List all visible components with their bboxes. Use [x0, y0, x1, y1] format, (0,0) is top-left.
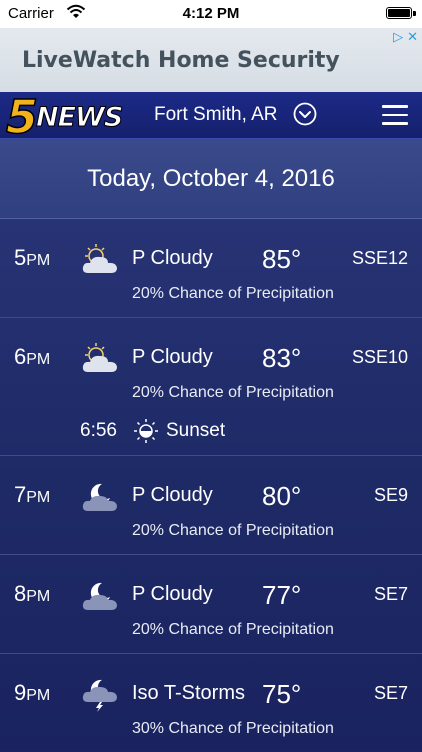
wind: SE7 [373, 584, 408, 604]
thunderstorm-night-icon [82, 679, 117, 712]
logo-number: 5 [5, 89, 39, 145]
temperature: 80° [262, 481, 302, 511]
battery-tip [413, 11, 416, 16]
clock: 4:12 PM [182, 5, 240, 22]
forecast-row[interactable]: 5PM P Cloudy 85° SSE12 20% Chance of Pre… [0, 219, 422, 318]
temperature: 85° [262, 244, 302, 274]
hour-label: 7PM [14, 482, 51, 507]
precipitation: 20% Chance of Precipitation [132, 285, 334, 302]
ad-choices-icon[interactable]: ▷ [393, 30, 403, 44]
temperature: 83° [262, 343, 302, 373]
temperature: 77° [262, 580, 302, 610]
sunset-icon [134, 419, 158, 443]
partly-cloudy-day-icon [82, 244, 117, 273]
hour-label: 9PM [14, 680, 51, 705]
precipitation: 20% Chance of Precipitation [132, 384, 334, 401]
wind: SSE12 [351, 248, 408, 268]
location-label[interactable]: Fort Smith, AR [154, 104, 278, 126]
logo-word: NEWS [35, 102, 123, 134]
wind: SE7 [373, 683, 408, 703]
condition-label: P Cloudy [132, 583, 213, 605]
hamburger-menu-icon[interactable] [382, 105, 408, 125]
sunset-label: Sunset [166, 420, 226, 441]
wind: SE9 [373, 485, 408, 505]
precipitation: 20% Chance of Precipitation [132, 522, 334, 539]
battery-icon [386, 7, 412, 19]
forecast-row[interactable]: 7PM P Cloudy 80° SE9 20% Chance of Preci… [0, 456, 422, 555]
app-header: 5 NEWS Fort Smith, AR [0, 89, 422, 145]
hour-label: 8PM [14, 581, 51, 606]
ad-choices[interactable]: ▷ ✕ [393, 30, 418, 44]
forecast-row[interactable]: 6PM P Cloudy 83° SSE10 20% Chance of Pre… [0, 318, 422, 456]
partly-cloudy-night-icon [82, 483, 117, 511]
precipitation: 20% Chance of Precipitation [132, 621, 334, 638]
status-bar: Carrier 4:12 PM [0, 0, 422, 28]
chevron-down-icon[interactable] [293, 102, 317, 126]
forecast-row[interactable]: 8PM P Cloudy 77° SE7 20% Chance of Preci… [0, 555, 422, 654]
condition-label: P Cloudy [132, 484, 213, 506]
temperature: 75° [262, 679, 302, 709]
ad-close-icon[interactable]: ✕ [407, 30, 418, 44]
forecast-row[interactable]: 9PM Iso T-Storms 75° SE7 30% Chance of P… [0, 654, 422, 752]
hour-label: 5PM [14, 245, 51, 270]
date-header: Today, October 4, 2016 [0, 139, 422, 219]
ad-banner[interactable]: LiveWatch Home Security ▷ ✕ [0, 28, 422, 92]
condition-label: P Cloudy [132, 346, 213, 368]
partly-cloudy-day-icon [82, 343, 117, 372]
hour-label: 6PM [14, 344, 51, 369]
condition-label: Iso T-Storms [132, 682, 245, 704]
date-title: Today, October 4, 2016 [87, 165, 335, 192]
ad-text[interactable]: LiveWatch Home Security [22, 48, 340, 73]
sunset-time: 6:56 [80, 420, 117, 441]
partly-cloudy-night-icon [82, 582, 117, 610]
precipitation: 30% Chance of Precipitation [132, 720, 334, 737]
station-logo[interactable]: 5 NEWS [5, 89, 128, 145]
condition-label: P Cloudy [132, 247, 213, 269]
wind: SSE10 [351, 347, 408, 367]
hourly-forecast-list: 5PM P Cloudy 85° SSE12 20% Chance of Pre… [0, 219, 422, 750]
